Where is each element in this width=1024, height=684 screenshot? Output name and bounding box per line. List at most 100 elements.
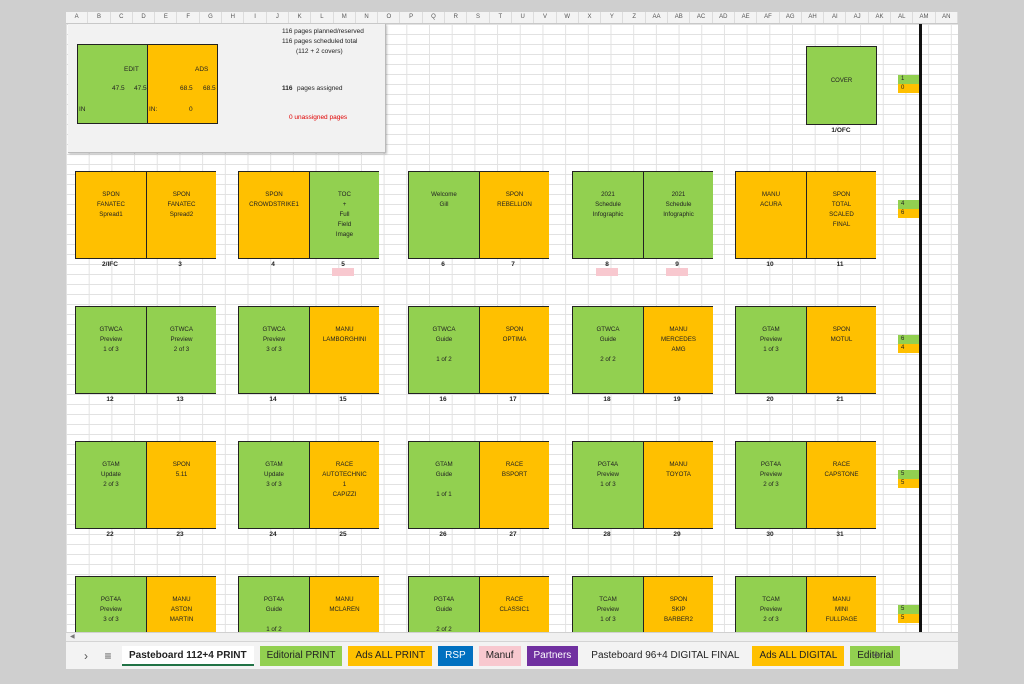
page-left[interactable]: MANU ACURA <box>736 172 806 258</box>
page-left[interactable]: GTAM Update 3 of 3 <box>239 442 309 528</box>
column-header[interactable]: AL <box>891 12 914 23</box>
column-header[interactable]: H <box>222 12 245 23</box>
page-right[interactable]: RACE CAPSTONE <box>806 442 876 528</box>
page-left[interactable]: PGT4A Preview 2 of 3 <box>736 442 806 528</box>
page-right[interactable]: SPON REBELLION <box>479 172 549 258</box>
page-left[interactable]: GTAM Preview 1 of 3 <box>736 307 806 393</box>
sheet-tab[interactable]: Partners <box>526 646 579 666</box>
column-header[interactable]: K <box>289 12 312 23</box>
column-header[interactable]: Q <box>423 12 446 23</box>
page-right[interactable]: SPON TOTAL SCALED FINAL <box>806 172 876 258</box>
column-header[interactable]: B <box>88 12 111 23</box>
column-header[interactable]: AA <box>646 12 669 23</box>
page-right[interactable]: GTWCA Preview 2 of 3 <box>146 307 216 393</box>
page-right[interactable]: TOC + Full Field Image <box>309 172 379 258</box>
page-left[interactable]: PGT4A Preview 1 of 3 <box>573 442 643 528</box>
hamburger-icon[interactable]: ≡ <box>100 646 116 666</box>
column-header[interactable]: E <box>155 12 178 23</box>
column-header[interactable]: Z <box>624 12 646 23</box>
page-spread[interactable]: 2021 Schedule Infographic 2021 Schedule I… <box>572 171 713 259</box>
column-header[interactable]: D <box>133 12 156 23</box>
page-right[interactable]: MANU MERCEDES AMG <box>643 307 713 393</box>
column-header[interactable]: P <box>401 12 423 23</box>
page-left[interactable]: GTWCA Preview 1 of 3 <box>76 307 146 393</box>
page-left[interactable]: 2021 Schedule Infographic <box>573 172 643 258</box>
page-spread[interactable]: GTWCA Guide 1 of 2 SPON OPTIMA <box>408 306 549 394</box>
column-header[interactable]: X <box>579 12 602 23</box>
sheet-tab[interactable]: Pasteboard 112+4 PRINT <box>122 646 254 666</box>
page-spread[interactable]: MANU ACURA SPON TOTAL SCALED FINAL <box>735 171 876 259</box>
sheet-tab[interactable]: RSP <box>438 646 473 666</box>
page-right[interactable]: SPON FANATEC Spread2 <box>146 172 216 258</box>
column-header[interactable]: O <box>378 12 401 23</box>
column-header[interactable]: J <box>267 12 289 23</box>
column-header[interactable]: W <box>557 12 579 23</box>
page-right[interactable]: SPON MOTUL <box>806 307 876 393</box>
column-header[interactable]: AE <box>735 12 758 23</box>
page-spread[interactable]: SPON CROWDSTRIKE1 TOC + Full Field Image <box>238 171 379 259</box>
page-spread[interactable]: SPON FANATEC Spread1 SPON FANATEC Spread2 <box>75 171 216 259</box>
column-header[interactable]: AJ <box>847 12 869 23</box>
column-header[interactable]: AK <box>869 12 892 23</box>
page-spread[interactable]: GTAM Guide 1 of 1 RACE BSPORT <box>408 441 549 529</box>
page-number: 24 <box>269 531 277 538</box>
column-header[interactable]: I <box>244 12 267 23</box>
column-header[interactable]: M <box>334 12 356 23</box>
page-right[interactable]: MANU LAMBORGHINI <box>309 307 379 393</box>
page-spread[interactable]: PGT4A Preview 1 of 3 MANU TOYOTA <box>572 441 713 529</box>
column-header[interactable]: AB <box>668 12 691 23</box>
page-right[interactable]: SPON OPTIMA <box>479 307 549 393</box>
page-left[interactable]: Welcome Gill <box>409 172 479 258</box>
column-header[interactable]: U <box>512 12 535 23</box>
column-header[interactable]: C <box>111 12 133 23</box>
column-header[interactable]: R <box>445 12 468 23</box>
column-header[interactable]: AN <box>936 12 958 23</box>
page-spread[interactable]: GTWCA Guide 2 of 2 MANU MERCEDES AMG <box>572 306 713 394</box>
page-spread[interactable]: GTWCA Preview 1 of 3 GTWCA Preview 2 of 3 <box>75 306 216 394</box>
column-header[interactable]: T <box>490 12 512 23</box>
sheet-tab[interactable]: Manuf <box>478 646 521 666</box>
page-left[interactable]: GTAM Guide 1 of 1 <box>409 442 479 528</box>
sheet-tab[interactable]: Ads ALL PRINT <box>348 646 433 666</box>
column-header[interactable]: AI <box>824 12 847 23</box>
column-header[interactable]: V <box>534 12 557 23</box>
column-header[interactable]: AC <box>690 12 713 23</box>
column-header[interactable]: AH <box>802 12 825 23</box>
page-right[interactable]: MANU TOYOTA <box>643 442 713 528</box>
page-spread[interactable]: Welcome Gill SPON REBELLION <box>408 171 549 259</box>
column-header[interactable]: S <box>467 12 490 23</box>
page-right[interactable]: 2021 Schedule Infographic <box>643 172 713 258</box>
column-header[interactable]: A <box>66 12 89 23</box>
page-right[interactable]: RACE BSPORT <box>479 442 549 528</box>
column-header[interactable]: L <box>311 12 334 23</box>
column-header[interactable]: AM <box>913 12 936 23</box>
cover-page[interactable]: COVER <box>806 46 877 125</box>
page-spread[interactable]: GTAM Update 2 of 3 SPON 5.11 <box>75 441 216 529</box>
page-left[interactable]: GTWCA Preview 3 of 3 <box>239 307 309 393</box>
column-header[interactable]: AG <box>780 12 802 23</box>
page-left[interactable]: SPON FANATEC Spread1 <box>76 172 146 258</box>
page-right[interactable]: SPON 5.11 <box>146 442 216 528</box>
page-spread[interactable]: PGT4A Preview 2 of 3 RACE CAPSTONE <box>735 441 876 529</box>
chevron-right-icon[interactable]: › <box>78 646 94 666</box>
sheet-tab[interactable]: Ads ALL DIGITAL <box>752 646 845 666</box>
plus-icon[interactable]: + <box>868 646 884 666</box>
sheet-grid[interactable]: EDIT ADS 47.5 47.5 68.5 68.5 IN IN: 0 11… <box>66 24 958 644</box>
column-header[interactable]: AF <box>757 12 780 23</box>
page-number: 2/IFC <box>102 261 118 268</box>
page-spread[interactable]: GTAM Update 3 of 3 RACE AUTOTECHNIC 1 CAP… <box>238 441 379 529</box>
page-left[interactable]: GTWCA Guide 2 of 2 <box>573 307 643 393</box>
page-spread[interactable]: GTWCA Preview 3 of 3 MANU LAMBORGHINI <box>238 306 379 394</box>
column-header[interactable]: N <box>356 12 379 23</box>
page-left[interactable]: SPON CROWDSTRIKE1 <box>239 172 309 258</box>
sheet-tab[interactable]: Editorial PRINT <box>259 646 343 666</box>
page-left[interactable]: GTWCA Guide 1 of 2 <box>409 307 479 393</box>
column-header[interactable]: G <box>200 12 223 23</box>
page-right[interactable]: RACE AUTOTECHNIC 1 CAPIZZI <box>309 442 379 528</box>
page-left[interactable]: GTAM Update 2 of 3 <box>76 442 146 528</box>
column-header[interactable]: Y <box>601 12 624 23</box>
page-spread[interactable]: GTAM Preview 1 of 3 SPON MOTUL <box>735 306 876 394</box>
sheet-tab[interactable]: Pasteboard 96+4 DIGITAL FINAL <box>584 646 746 666</box>
column-header[interactable]: F <box>178 12 200 23</box>
column-header[interactable]: AD <box>713 12 735 23</box>
